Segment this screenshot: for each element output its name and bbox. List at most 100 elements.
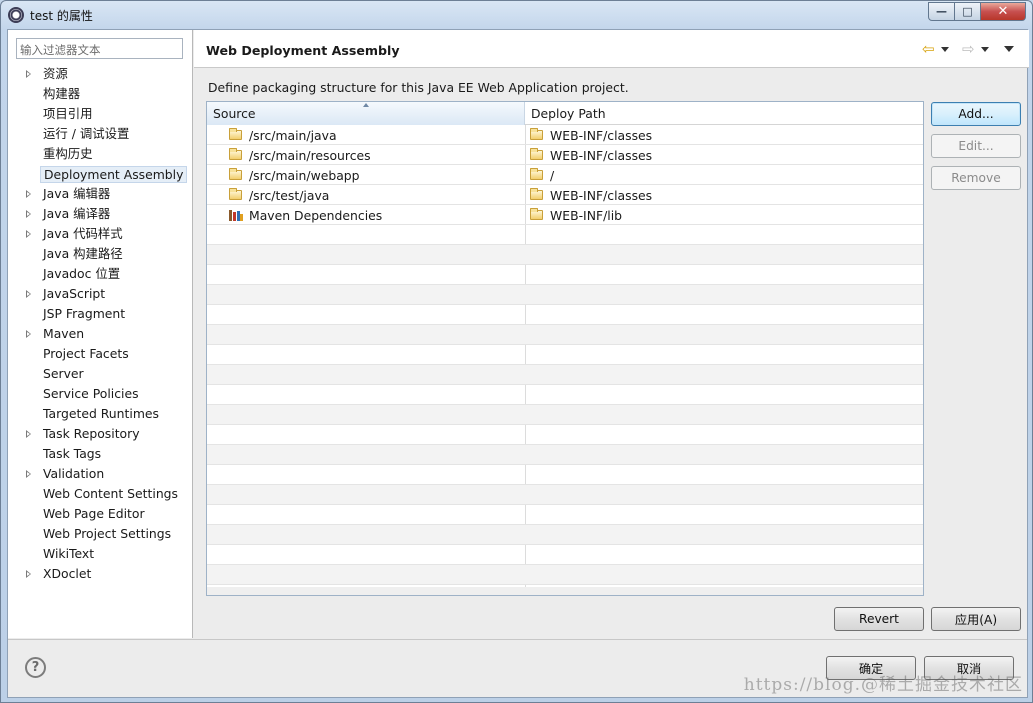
nav-item[interactable]: 运行 / 调试设置 xyxy=(8,124,192,144)
nav-item[interactable]: Web Project Settings xyxy=(8,524,192,544)
source-cell: /src/main/resources xyxy=(229,145,371,165)
nav-item[interactable]: Task Repository xyxy=(8,424,192,444)
expand-arrow-icon[interactable] xyxy=(26,430,31,438)
nav-item[interactable]: 资源 xyxy=(8,64,192,84)
column-header-source[interactable]: Source xyxy=(207,102,525,125)
dialog-client: 输入过滤器文本 资源 构建器项目引用运行 / 调试设置重构历史 Deployment… xyxy=(7,29,1029,698)
column-header-deploy-path[interactable]: Deploy Path xyxy=(525,102,923,125)
column-header-source-label: Source xyxy=(213,106,256,121)
folder-icon xyxy=(530,168,543,180)
table-row[interactable]: /src/test/java WEB-INF/classes xyxy=(207,185,923,205)
expand-arrow-icon[interactable] xyxy=(26,470,31,478)
empty-row xyxy=(207,305,923,325)
remove-button[interactable]: Remove xyxy=(931,166,1021,190)
deploy-path-cell: WEB-INF/classes xyxy=(530,185,652,205)
nav-item[interactable]: 重构历史 xyxy=(8,144,192,164)
nav-item[interactable]: Java 编译器 xyxy=(8,204,192,224)
source-cell: Maven Dependencies xyxy=(229,205,382,225)
nav-item-label: Task Repository xyxy=(43,426,140,441)
expand-arrow-icon[interactable] xyxy=(26,70,31,78)
nav-item[interactable]: Web Page Editor xyxy=(8,504,192,524)
nav-item[interactable]: WikiText xyxy=(8,544,192,564)
empty-row xyxy=(207,545,923,565)
nav-item[interactable]: 项目引用 xyxy=(8,104,192,124)
empty-row xyxy=(207,385,923,405)
expand-arrow-icon[interactable] xyxy=(26,570,31,578)
expand-arrow-icon[interactable] xyxy=(26,330,31,338)
eclipse-app-icon xyxy=(8,7,24,23)
revert-button[interactable]: Revert xyxy=(834,607,924,631)
nav-item[interactable]: Web Content Settings xyxy=(8,484,192,504)
minimize-button[interactable]: — xyxy=(928,2,955,21)
nav-item[interactable]: Deployment Assembly xyxy=(8,164,192,184)
deploy-path-cell: WEB-INF/lib xyxy=(530,205,622,225)
nav-item[interactable]: Project Facets xyxy=(8,344,192,364)
nav-item[interactable]: JSP Fragment xyxy=(8,304,192,324)
page-description: Define packaging structure for this Java… xyxy=(208,80,629,95)
nav-item[interactable]: Java 代码样式 xyxy=(8,224,192,244)
deployment-table[interactable]: Source Deploy Path /src/main/java WEB-INF… xyxy=(206,101,924,596)
table-row[interactable]: Maven Dependencies WEB-INF/lib xyxy=(207,205,923,225)
table-row[interactable]: /src/main/java WEB-INF/classes xyxy=(207,125,923,145)
forward-button[interactable]: ⇨ xyxy=(962,41,989,57)
nav-item-label: 项目引用 xyxy=(43,106,93,121)
nav-item-label: Web Page Editor xyxy=(43,506,145,521)
table-header: Source Deploy Path xyxy=(207,102,923,125)
nav-item[interactable]: Java 构建路径 xyxy=(8,244,192,264)
nav-item[interactable]: Targeted Runtimes xyxy=(8,404,192,424)
edit-button[interactable]: Edit... xyxy=(931,134,1021,158)
empty-row xyxy=(207,565,923,585)
sort-ascending-icon xyxy=(363,103,369,107)
expand-arrow-icon[interactable] xyxy=(26,290,31,298)
nav-item[interactable]: Java 编辑器 xyxy=(8,184,192,204)
nav-item[interactable]: Task Tags xyxy=(8,444,192,464)
chevron-down-icon[interactable] xyxy=(980,46,989,52)
expand-arrow-icon[interactable] xyxy=(26,190,31,198)
deploy-path-cell: / xyxy=(530,165,554,185)
folder-icon xyxy=(229,148,242,160)
deploy-path: WEB-INF/classes xyxy=(550,127,653,143)
nav-item[interactable]: XDoclet xyxy=(8,564,192,584)
nav-item-label: Web Content Settings xyxy=(43,486,178,501)
close-button[interactable]: ✕ xyxy=(981,2,1026,21)
folder-icon xyxy=(530,208,543,220)
nav-item-label: Web Project Settings xyxy=(43,526,172,541)
table-row[interactable]: /src/main/resources WEB-INF/classes xyxy=(207,145,923,165)
nav-item-label: 运行 / 调试设置 xyxy=(43,126,130,141)
deploy-path-cell: WEB-INF/classes xyxy=(530,125,652,145)
back-button[interactable]: ⇦ xyxy=(922,41,949,57)
nav-item-label: JavaScript xyxy=(43,286,106,301)
table-body: /src/main/java WEB-INF/classes/src/main/r… xyxy=(207,125,923,585)
library-icon xyxy=(229,209,243,221)
maximize-button[interactable]: □ xyxy=(955,2,981,21)
help-icon[interactable]: ? xyxy=(25,657,46,678)
nav-item-label: Task Tags xyxy=(43,446,102,461)
deploy-path: WEB-INF/lib xyxy=(550,207,623,223)
nav-item[interactable]: Server xyxy=(8,364,192,384)
nav-item-label: Java 代码样式 xyxy=(43,226,123,241)
chevron-down-icon[interactable] xyxy=(940,46,949,52)
nav-item-label: XDoclet xyxy=(43,566,92,581)
horizontal-scrollbar[interactable] xyxy=(207,587,923,595)
nav-item-label: Server xyxy=(43,366,84,381)
nav-item[interactable]: Service Policies xyxy=(8,384,192,404)
table-row[interactable]: /src/main/webapp / xyxy=(207,165,923,185)
folder-icon xyxy=(229,128,242,140)
filter-input[interactable]: 输入过滤器文本 xyxy=(16,38,183,59)
nav-item[interactable]: 构建器 xyxy=(8,84,192,104)
view-menu-icon[interactable] xyxy=(1004,46,1014,52)
nav-item[interactable]: Validation xyxy=(8,464,192,484)
empty-row xyxy=(207,405,923,425)
nav-item[interactable]: Maven xyxy=(8,324,192,344)
expand-arrow-icon[interactable] xyxy=(26,210,31,218)
arrow-right-icon: ⇨ xyxy=(962,40,975,58)
source-path: /src/main/webapp xyxy=(249,167,360,183)
page-header: Web Deployment Assembly ⇦ ⇨ xyxy=(194,30,1029,68)
empty-row xyxy=(207,285,923,305)
nav-item[interactable]: Javadoc 位置 xyxy=(8,264,192,284)
nav-item[interactable]: JavaScript xyxy=(8,284,192,304)
add-button[interactable]: Add... xyxy=(931,102,1021,126)
expand-arrow-icon[interactable] xyxy=(26,230,31,238)
apply-button[interactable]: 应用(A) xyxy=(931,607,1021,631)
title-bar[interactable]: test 的属性 — □ ✕ xyxy=(1,1,1032,29)
